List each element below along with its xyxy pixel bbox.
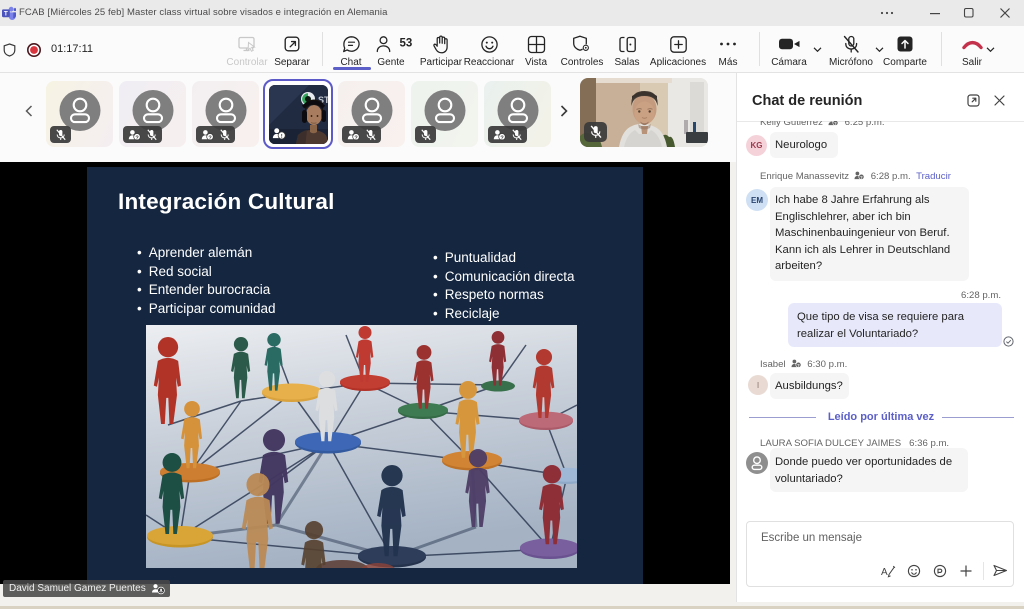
svg-text:?: ? [797,363,800,368]
svg-text:A: A [881,567,888,578]
svg-text:?: ? [834,121,837,126]
svg-text:?: ? [861,175,864,180]
svg-text:T: T [4,11,8,18]
svg-text:!: ! [281,134,283,140]
